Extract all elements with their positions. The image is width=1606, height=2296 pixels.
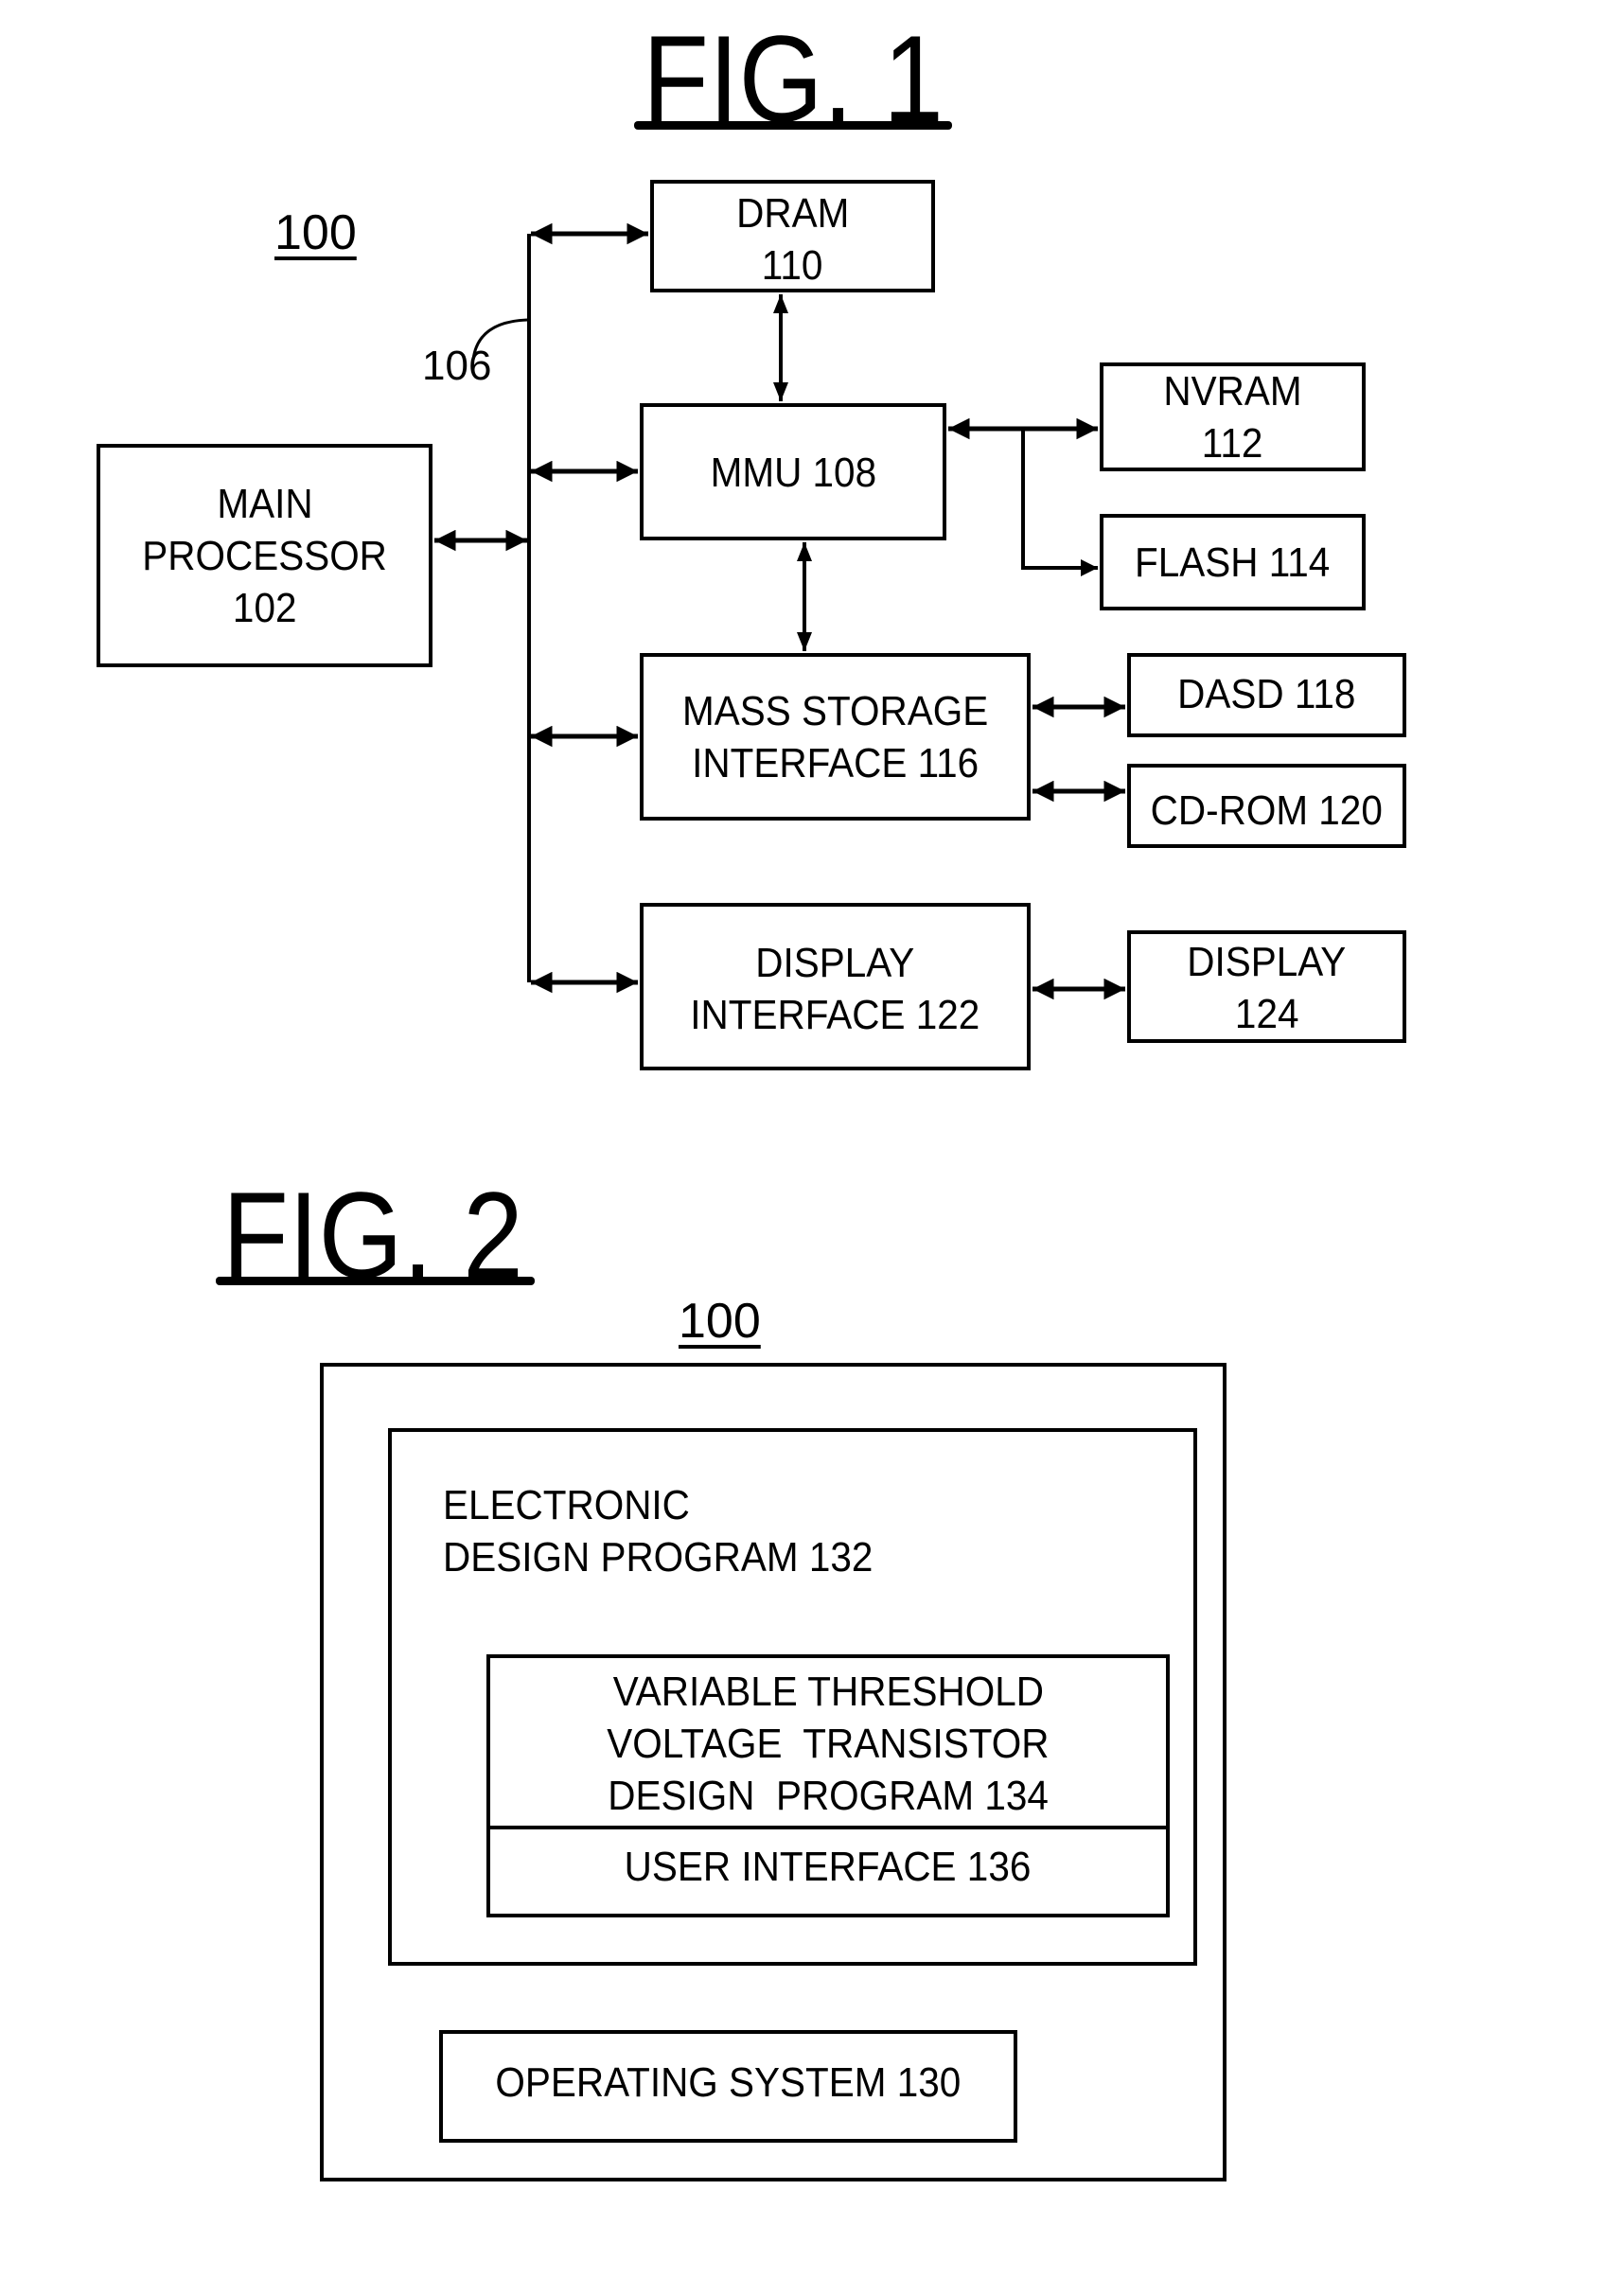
mmu-line-1: MMU 108 [710, 450, 876, 496]
mmu-block: MMU 108 [640, 403, 946, 540]
user-interface-block: USER INTERFACE 136 [486, 1826, 1170, 1917]
dasd-block: DASD 118 [1127, 653, 1406, 737]
bus-ref-leader [471, 318, 528, 361]
dram-line-2: 110 [762, 242, 823, 289]
flash-line-1: FLASH 114 [1135, 539, 1331, 586]
display-interface-block: DISPLAY INTERFACE 122 [640, 903, 1031, 1070]
nvram-line-1: NVRAM [1163, 367, 1302, 415]
cdrom-line-1: CD-ROM 120 [1150, 787, 1384, 834]
main-processor-block: MAIN PROCESSOR 102 [97, 444, 432, 667]
nvram-block: NVRAM 112 [1100, 362, 1366, 471]
main-processor-line-3: 102 [232, 584, 297, 631]
main-processor-line-2: PROCESSOR [142, 532, 387, 579]
flash-block: FLASH 114 [1100, 514, 1366, 610]
fig2-system-ref: 100 [679, 1294, 761, 1349]
dram-block: DRAM 110 [650, 180, 935, 292]
vtv-design-program-block: VARIABLE THRESHOLD VOLTAGE TRANSISTOR DE… [486, 1654, 1170, 1829]
dram-line-1: DRAM [735, 190, 850, 237]
mass-storage-line-2: INTERFACE 116 [692, 740, 979, 786]
display-interface-line-2: INTERFACE 122 [690, 992, 980, 1038]
edp-line-1: ELECTRONIC [443, 1482, 690, 1528]
display-block: DISPLAY 124 [1127, 930, 1406, 1043]
dasd-line-1: DASD 118 [1177, 671, 1356, 717]
display-interface-line-1: DISPLAY [755, 940, 915, 986]
mass-storage-line-1: MASS STORAGE [681, 688, 989, 734]
mass-storage-interface-block: MASS STORAGE INTERFACE 116 [640, 653, 1031, 821]
operating-system-line-1: OPERATING SYSTEM 130 [495, 2059, 962, 2106]
cdrom-block: CD-ROM 120 [1127, 764, 1406, 848]
edp-line-2: DESIGN PROGRAM 132 [443, 1534, 874, 1581]
arrow-mmu-flash [1021, 429, 1098, 576]
operating-system-block: OPERATING SYSTEM 130 [439, 2030, 1017, 2143]
vtv-line-1: VARIABLE THRESHOLD [612, 1669, 1044, 1715]
fig2-title-underline [216, 1277, 535, 1285]
display-line-1: DISPLAY [1187, 939, 1347, 985]
user-interface-line-1: USER INTERFACE 136 [625, 1844, 1032, 1890]
display-line-2: 124 [1234, 991, 1299, 1037]
vtv-line-3: DESIGN PROGRAM 134 [608, 1773, 1049, 1819]
nvram-line-2: 112 [1202, 419, 1263, 467]
main-processor-line-1: MAIN [216, 480, 313, 527]
vtv-line-2: VOLTAGE TRANSISTOR [607, 1721, 1050, 1767]
